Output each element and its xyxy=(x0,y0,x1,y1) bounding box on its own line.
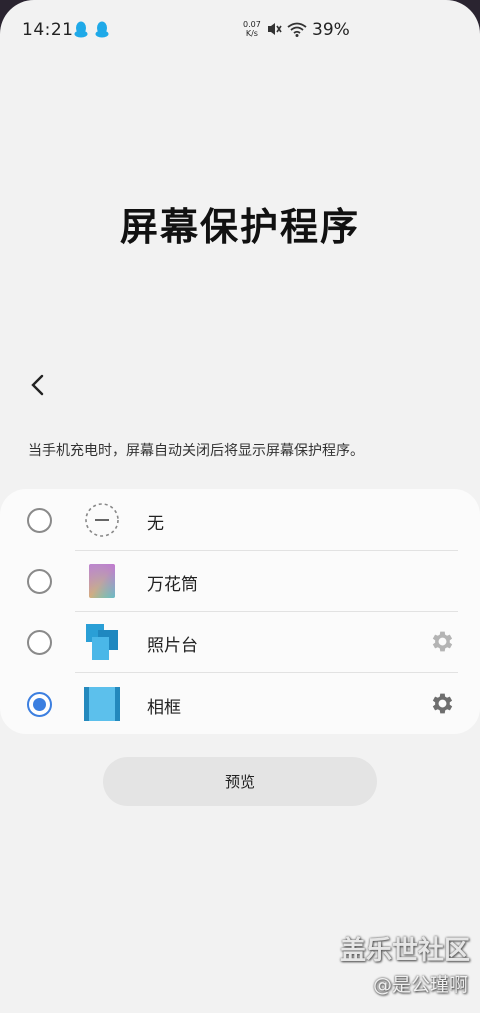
battery-level: 39% xyxy=(312,20,350,40)
page-title: 屏幕保护程序 xyxy=(119,204,360,249)
back-button[interactable] xyxy=(24,370,54,400)
none-icon xyxy=(85,503,119,537)
mute-icon xyxy=(268,23,282,35)
photo-frame-icon xyxy=(84,687,120,721)
gear-icon[interactable] xyxy=(429,628,456,655)
screensaver-options-list: 无 万花筒 照片台 相框 xyxy=(0,489,480,734)
photo-table-icon xyxy=(86,624,118,660)
watermark-credit: @是公瑾啊 xyxy=(372,974,468,996)
qq-notification-icon xyxy=(95,21,109,38)
qq-notification-icon xyxy=(74,21,88,38)
option-label: 照片台 xyxy=(147,636,198,656)
status-bar: 14:21 0.07 K/s 39% xyxy=(0,0,480,60)
radio-button[interactable] xyxy=(27,630,52,655)
radio-button-selected[interactable] xyxy=(27,692,52,717)
wifi-icon xyxy=(287,22,307,37)
radio-button[interactable] xyxy=(27,569,52,594)
option-none[interactable]: 无 xyxy=(0,489,480,550)
option-label: 相框 xyxy=(147,698,181,718)
status-time: 14:21 xyxy=(22,20,74,40)
option-photo-frame[interactable]: 相框 xyxy=(0,673,480,734)
option-photo-table[interactable]: 照片台 xyxy=(0,611,480,672)
page-description: 当手机充电时，屏幕自动关闭后将显示屏幕保护程序。 xyxy=(28,443,364,459)
option-label: 无 xyxy=(147,514,164,534)
network-speed: 0.07 K/s xyxy=(243,20,261,38)
option-label: 万花筒 xyxy=(147,575,198,595)
screen: 14:21 0.07 K/s 39% 屏幕保护程序 当手机充电时，屏幕自动关闭后… xyxy=(0,0,480,1013)
gear-icon[interactable] xyxy=(429,690,456,717)
preview-button[interactable]: 预览 xyxy=(103,757,377,806)
radio-button[interactable] xyxy=(27,508,52,533)
watermark-brand: 盖乐世社区 xyxy=(339,936,470,966)
option-kaleidoscope[interactable]: 万花筒 xyxy=(0,550,480,611)
kaleidoscope-icon xyxy=(89,564,115,598)
